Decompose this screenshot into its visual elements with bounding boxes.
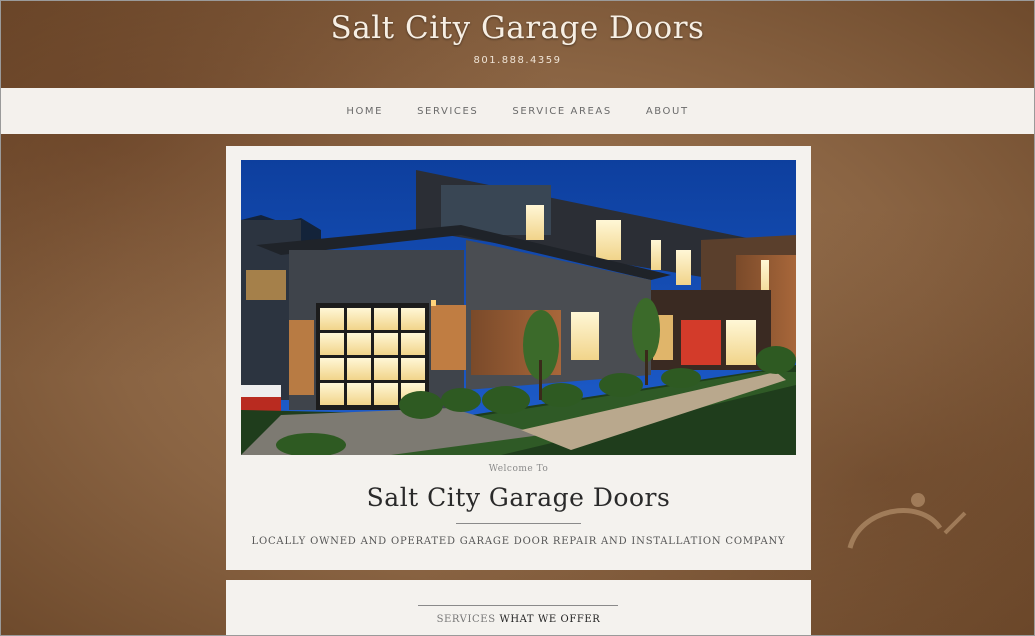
hero-tagline: LOCALLY OWNED AND OPERATED GARAGE DOOR R…	[251, 536, 786, 547]
nav-item-home[interactable]: HOME	[346, 106, 383, 117]
hero-card: Welcome To Salt City Garage Doors LOCALL…	[226, 146, 811, 570]
services-title: WHAT WE OFFER	[499, 614, 601, 625]
services-divider	[418, 605, 618, 606]
nav-item-services[interactable]: SERVICES	[417, 106, 478, 117]
welcome-label: Welcome To	[488, 464, 549, 474]
site-title[interactable]: Salt City Garage Doors	[0, 10, 1035, 46]
services-card: SERVICES WHAT WE OFFER	[226, 580, 811, 636]
nav-item-service-areas[interactable]: SERVICE AREAS	[512, 106, 611, 117]
title-divider	[456, 523, 581, 524]
main-nav: HOME SERVICES SERVICE AREAS ABOUT	[1, 88, 1034, 134]
site-header: Salt City Garage Doors 801.888.4359	[0, 0, 1035, 88]
nav-item-about[interactable]: ABOUT	[646, 106, 689, 117]
services-heading: SERVICES WHAT WE OFFER	[226, 614, 811, 625]
services-kicker: SERVICES	[436, 614, 496, 625]
phone-number[interactable]: 801.888.4359	[0, 55, 1035, 66]
coffee-stain-decoration	[847, 493, 967, 549]
hero-title: Salt City Garage Doors	[366, 483, 671, 512]
hero-house-image	[241, 160, 796, 455]
